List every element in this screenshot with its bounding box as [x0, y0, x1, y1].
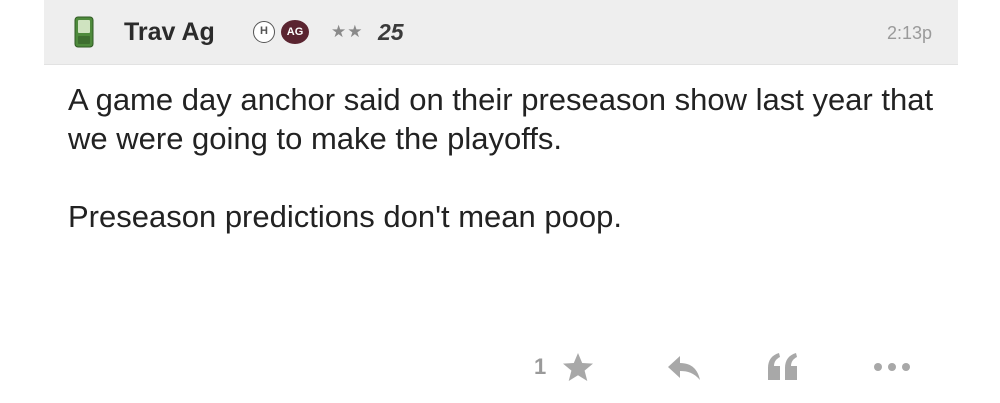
star-icon[interactable]: [562, 352, 594, 382]
post-timestamp: 2:13p: [886, 23, 932, 43]
post-paragraph: A game day anchor said on their preseaso…: [68, 82, 934, 156]
post-header: Trav Ag H AG ★★ 25 2:13p: [44, 0, 958, 65]
h-badge: H: [253, 21, 275, 43]
phone-icon: [74, 16, 94, 48]
post-action-bar: 1: [44, 344, 958, 390]
forum-post: Trav Ag H AG ★★ 25 2:13p A game day anch…: [44, 0, 958, 403]
more-icon[interactable]: [872, 362, 912, 372]
user-level: 25: [378, 19, 404, 45]
post-paragraph: Preseason predictions don't mean poop.: [68, 199, 622, 234]
quote-icon[interactable]: [766, 352, 800, 382]
like-count: 1: [534, 354, 547, 379]
ag-badge: AG: [281, 20, 309, 44]
post-body: A game day anchor said on their preseaso…: [68, 80, 948, 236]
author-username[interactable]: Trav Ag: [124, 15, 215, 49]
reply-icon[interactable]: [666, 354, 702, 382]
rank-stars: ★★: [331, 22, 364, 41]
